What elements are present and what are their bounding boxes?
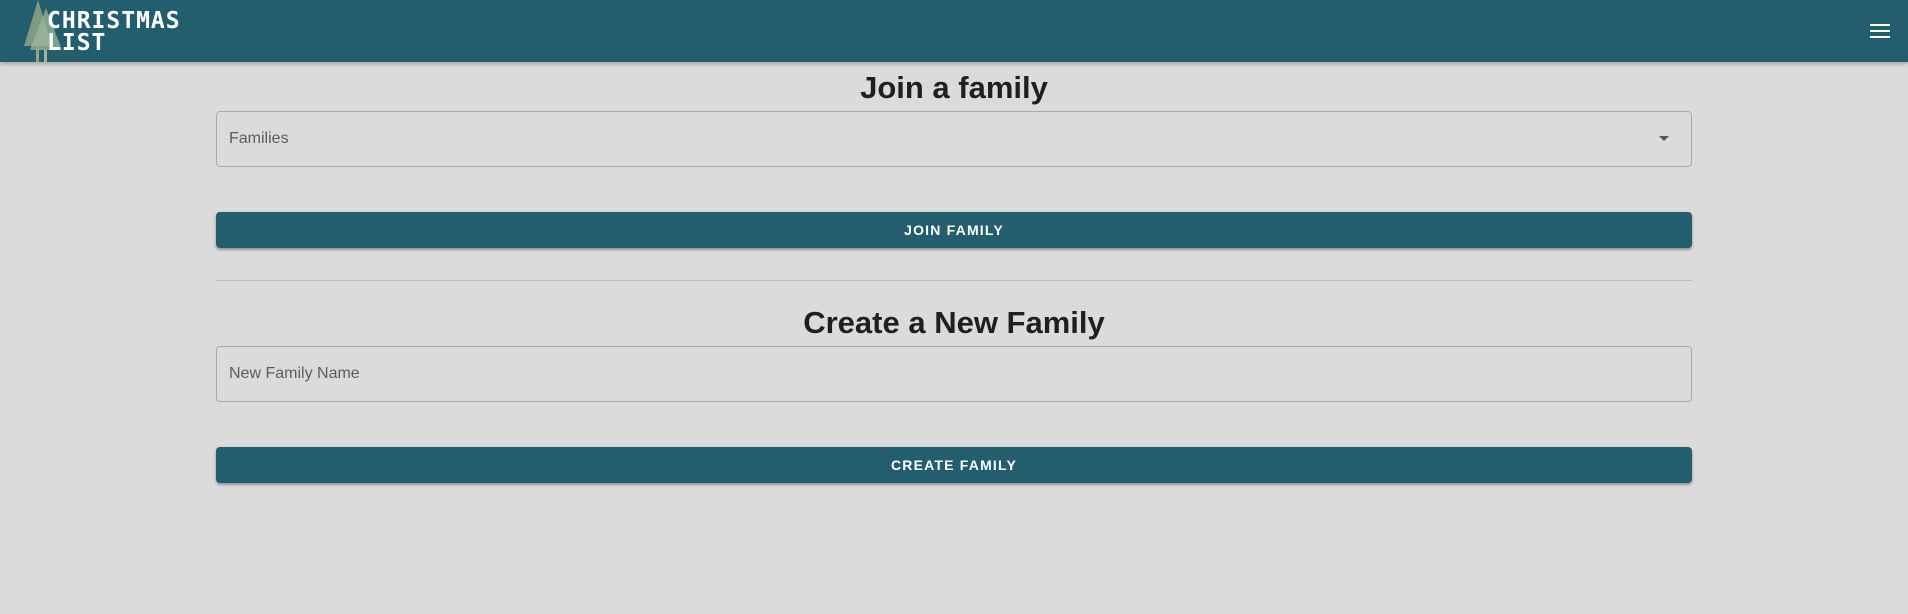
divider: [216, 280, 1692, 281]
app-title: CHRISTMAS LIST: [47, 8, 181, 56]
app-title-line2: LIST: [47, 30, 107, 56]
families-select-label: Families: [229, 130, 289, 147]
app-logo[interactable]: CHRISTMAS LIST: [24, 0, 224, 62]
join-family-title: Join a family: [860, 70, 1048, 105]
families-select[interactable]: Families: [216, 111, 1692, 167]
app-title-line1: CHRISTMAS: [47, 8, 181, 34]
menu-button[interactable]: [1862, 13, 1898, 49]
join-family-button[interactable]: JOIN FAMILY: [216, 212, 1692, 248]
new-family-name-field: [216, 346, 1692, 402]
create-family-title: Create a New Family: [803, 305, 1105, 340]
create-family-button[interactable]: CREATE FAMILY: [216, 447, 1692, 483]
chevron-down-icon: [1659, 136, 1669, 141]
app-bar: CHRISTMAS LIST: [0, 0, 1908, 62]
new-family-name-input[interactable]: [217, 347, 1691, 401]
hamburger-menu-icon: [1870, 24, 1890, 38]
